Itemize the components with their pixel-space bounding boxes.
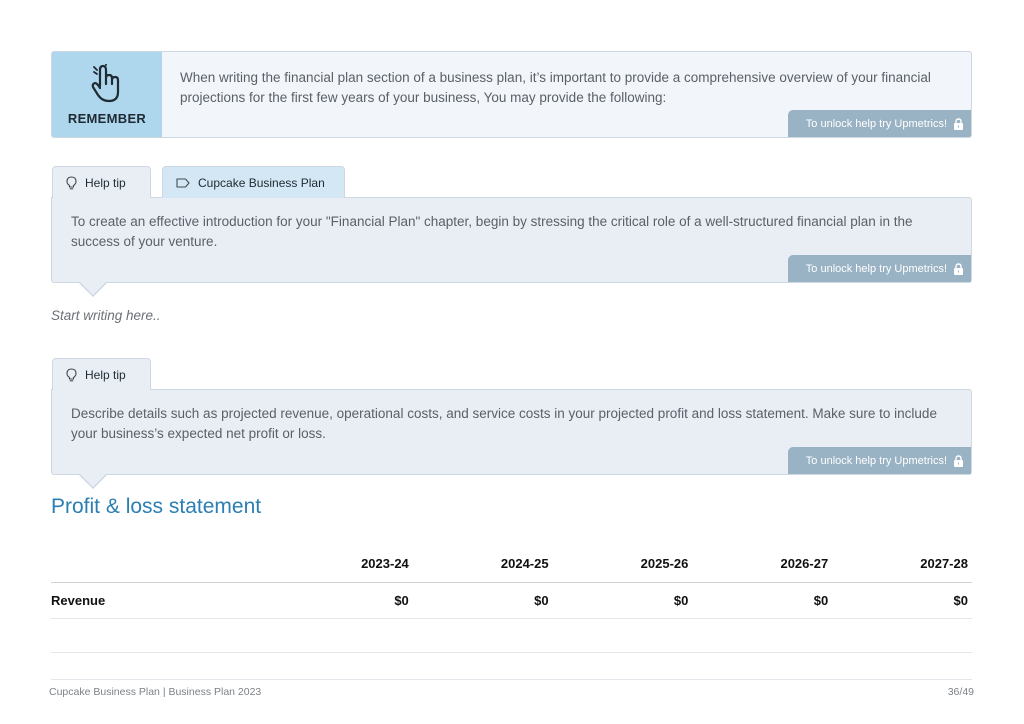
footer-page-number: 36/49 — [947, 686, 974, 698]
unlock-help-button[interactable]: To unlock help try Upmetrics! — [788, 255, 971, 282]
column-header: 2024-25 — [500, 556, 549, 571]
section-title: Profit & loss statement — [51, 495, 262, 518]
tab-cupcake-business-plan[interactable]: Cupcake Business Plan — [162, 166, 345, 198]
help-tip-box-pl: Describe details such as projected reven… — [51, 389, 972, 489]
tab-help-tip-label: Help tip — [85, 367, 126, 382]
table-row-empty — [51, 619, 972, 653]
unlock-help-label: To unlock help try Upmetrics! — [805, 262, 947, 275]
tag-icon — [176, 177, 190, 188]
column-header: 2025-26 — [640, 556, 689, 571]
help-tip-text: To create an effective introduction for … — [71, 214, 913, 249]
remember-sidebar: REMEMBER — [52, 52, 162, 137]
remember-callout: REMEMBER When writing the financial plan… — [51, 51, 972, 138]
table-cell: $0 — [813, 593, 829, 608]
table-header-row: 2023-24 2024-25 2025-26 2026-27 2027-28 — [51, 545, 972, 583]
row-label: Revenue — [51, 593, 106, 608]
unlock-help-label: To unlock help try Upmetrics! — [805, 117, 947, 130]
column-header: 2023-24 — [361, 556, 409, 571]
table-cell: $0 — [673, 593, 689, 608]
help-tip-text: Describe details such as projected reven… — [71, 406, 937, 441]
tab-help-tip-label: Help tip — [85, 175, 126, 190]
tip-pointer — [80, 474, 106, 487]
profit-loss-table: 2023-24 2024-25 2025-26 2026-27 2027-28 … — [51, 545, 972, 653]
table-cell: $0 — [953, 593, 968, 608]
footer-document-title: Cupcake Business Plan | Business Plan 20… — [49, 686, 262, 698]
unlock-help-label: To unlock help try Upmetrics! — [805, 454, 947, 467]
unlock-help-button[interactable]: To unlock help try Upmetrics! — [788, 110, 971, 137]
header-label-cell — [51, 545, 273, 582]
column-header: 2027-28 — [920, 556, 968, 571]
table-cell: $0 — [534, 593, 549, 608]
editor-placeholder[interactable]: Start writing here.. — [51, 308, 161, 323]
lock-icon — [954, 454, 963, 467]
help-tip-box-intro: To create an effective introduction for … — [51, 197, 972, 297]
tab-help-tip[interactable]: Help tip — [52, 358, 151, 390]
unlock-help-button[interactable]: To unlock help try Upmetrics! — [788, 447, 971, 474]
finger-tap-icon — [91, 64, 120, 103]
lightbulb-icon — [66, 175, 77, 189]
remember-text: When writing the financial plan section … — [180, 70, 931, 105]
remember-label: REMEMBER — [67, 111, 147, 126]
column-header: 2026-27 — [780, 556, 829, 571]
tab-help-tip[interactable]: Help tip — [52, 166, 151, 198]
lightbulb-icon — [66, 367, 77, 381]
tip-pointer — [80, 282, 106, 295]
table-row: Revenue $0 $0 $0 $0 $0 — [51, 583, 972, 619]
table-cell: $0 — [394, 593, 409, 608]
lock-icon — [954, 262, 963, 275]
lock-icon — [954, 117, 963, 130]
tab-cupcake-business-plan-label: Cupcake Business Plan — [198, 175, 325, 190]
footer-divider — [51, 679, 972, 680]
